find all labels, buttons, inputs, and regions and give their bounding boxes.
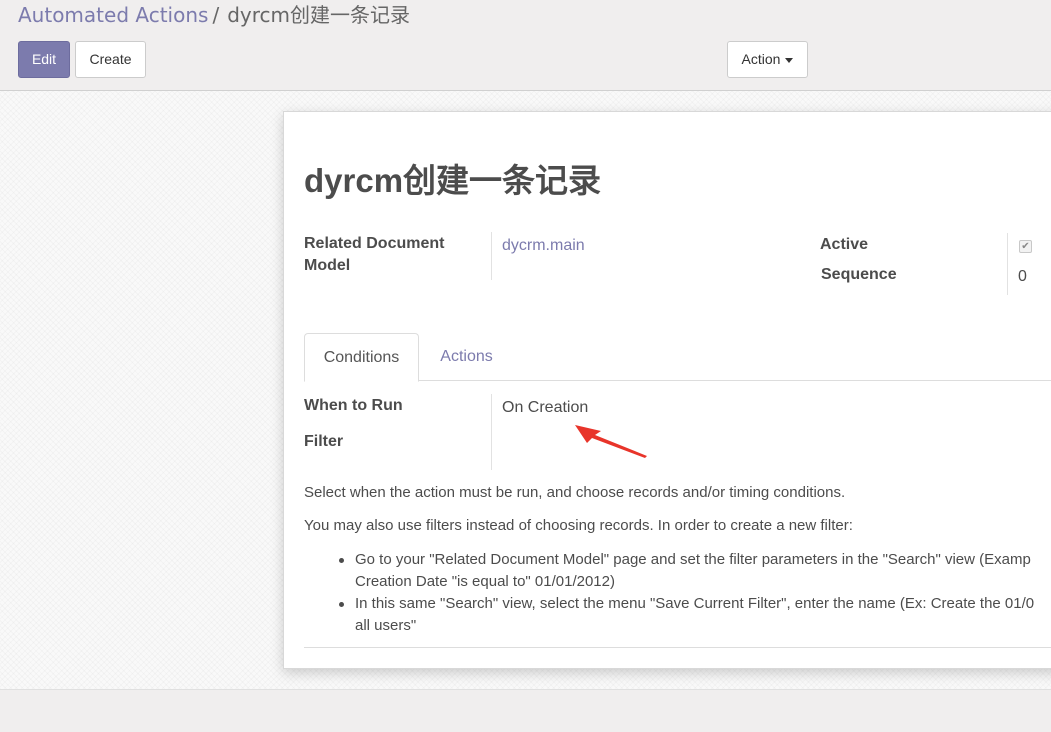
help-item-line: Go to your "Related Document Model" page… (355, 551, 1031, 568)
help-list: Go to your "Related Document Model" page… (318, 549, 1034, 637)
help-item-line: Creation Date "is equal to" 01/01/2012) (355, 573, 615, 590)
form-sheet: dyrcm创建一条记录 Related Document Model dycrm… (283, 111, 1051, 669)
action-dropdown-button[interactable]: Action (727, 41, 808, 78)
related-model-label-line2: Model (304, 257, 351, 274)
sheet-bottom-divider (304, 647, 1051, 648)
breadcrumb-automated-actions-link[interactable]: Automated Actions (18, 3, 208, 27)
breadcrumb: Automated Actions / dyrcm创建一条记录 (18, 2, 410, 28)
active-checkbox[interactable]: ✔ (1019, 240, 1032, 253)
help-item-line: all users" (355, 617, 417, 634)
edit-button[interactable]: Edit (18, 41, 70, 78)
annotation-arrow-shape (575, 425, 647, 458)
record-title: dyrcm创建一条记录 (304, 162, 602, 199)
notebook-tabs: Conditions Actions (304, 333, 1051, 382)
related-model-label: Related Document Model (304, 233, 444, 277)
annotation-arrow-icon (575, 425, 647, 458)
related-model-link[interactable]: dycrm.main (502, 235, 585, 257)
field-divider (491, 394, 492, 470)
help-intro-text: Select when the action must be run, and … (304, 484, 846, 501)
when-to-run-label: When to Run (304, 397, 403, 414)
tab-actions[interactable]: Actions (424, 333, 509, 381)
active-label: Active (820, 236, 869, 253)
list-item: Go to your "Related Document Model" page… (318, 549, 1034, 593)
action-button-label: Action (741, 51, 781, 67)
check-icon: ✔ (1021, 241, 1030, 252)
create-button[interactable]: Create (75, 41, 146, 78)
field-divider (1007, 233, 1008, 295)
tab-conditions[interactable]: Conditions (304, 333, 419, 382)
help-filters-text: You may also use filters instead of choo… (304, 517, 853, 534)
help-item-line: In this same "Search" view, select the m… (355, 595, 1035, 612)
sequence-label: Sequence (821, 266, 897, 283)
field-divider (491, 232, 492, 280)
list-item: In this same "Search" view, select the m… (318, 593, 1034, 637)
related-model-label-line1: Related Document (304, 235, 445, 252)
filter-label: Filter (304, 433, 344, 450)
breadcrumb-current-record: dyrcm创建一条记录 (227, 3, 410, 27)
breadcrumb-separator: / (212, 3, 220, 27)
sequence-value: 0 (1018, 268, 1027, 285)
caret-down-icon (785, 57, 794, 63)
control-panel: Automated Actions / dyrcm创建一条记录 Edit Creat… (0, 0, 1051, 91)
footer-bar (0, 689, 1051, 732)
